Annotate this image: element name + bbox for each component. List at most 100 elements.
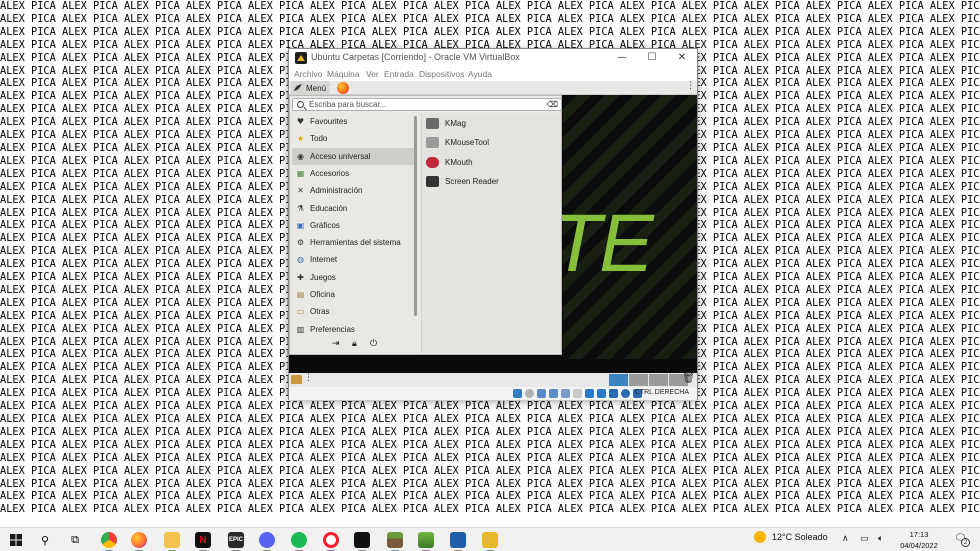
menu-archivo[interactable]: Archivo [294,69,322,79]
workspace-3[interactable] [649,374,668,386]
category-favourites[interactable]: ♥ Favourites [292,113,414,130]
magnifier-icon [426,117,439,129]
screen-reader-icon [426,176,439,187]
guest-bottom-panel: ⋮ 🗑︎ [289,373,697,387]
trash-icon[interactable]: 🗑︎ [682,373,695,384]
search-icon[interactable]: ⚲ [36,531,54,549]
app-kmousetool[interactable]: KMouseTool [426,134,489,152]
menu-ver[interactable]: Ver [366,69,379,79]
minecraft-icon[interactable] [386,531,404,551]
weather-text: 12°C Soleado [772,532,828,542]
network-tray-icon[interactable]: ▭ [860,534,869,544]
logout-icon[interactable]: ⇥ [332,339,340,349]
guest-menu-button[interactable]: Menú [291,81,331,95]
optical-drive-icon[interactable] [525,389,534,398]
category-accesorios[interactable]: ▦ Accesorios [292,165,414,182]
workspace-2[interactable] [629,374,648,386]
workspace-1[interactable] [609,374,628,386]
category-graficos[interactable]: ▣ Gráficos [292,217,414,234]
folder-icon[interactable] [291,375,302,384]
guest-screen[interactable]: TE Menú ⋮ Escriba para buscar... ⌫ ♥ Favo… [289,81,697,373]
audio-icon[interactable] [537,389,546,398]
menu-dispositivos[interactable]: Dispositivos [419,69,464,79]
flask-icon: ⚗ [296,203,305,213]
virtualbox-vm-icon[interactable] [481,531,499,551]
keyboard-icon[interactable] [609,389,618,398]
display-icon[interactable] [585,389,594,398]
virtualbox-icon[interactable] [449,531,467,551]
shared-folders-icon[interactable] [573,389,582,398]
window-title: Ubuntu Carpetas [Corriendo] - Oracle VM … [311,52,520,62]
task-view-icon[interactable]: ⧉ [66,531,84,549]
usb-icon[interactable] [561,389,570,398]
category-internet[interactable]: ◍ Internet [292,251,414,268]
tray-chevron-icon[interactable]: ∧ [842,534,849,544]
accessories-icon: ▦ [296,168,305,178]
spotify-icon[interactable] [290,531,308,551]
box-icon: ▭ [296,307,305,317]
category-administracion[interactable]: ✕ Administración [292,182,414,199]
notifications-icon[interactable]: 🗨︎ 2 [954,533,970,547]
windows-logo-icon [10,534,22,546]
stack-app-icon[interactable] [417,531,435,551]
firefox-launcher-icon[interactable] [337,82,349,94]
firefox-icon[interactable] [130,531,148,551]
mouse-icon [426,137,439,148]
category-educacion[interactable]: ⚗ Educación [292,200,414,217]
harddisk-icon[interactable] [513,389,522,398]
netflix-icon[interactable]: N [194,531,212,551]
host-key-label: CTRL DERECHA [634,389,689,396]
vbox-status-bar: CTRL DERECHA [289,387,697,400]
file-explorer-icon[interactable] [163,531,181,551]
panel-handle-icon: ⋮ [686,81,695,91]
search-placeholder: Escriba para buscar... [309,100,387,109]
category-todo[interactable]: ★ Todo [292,130,414,147]
minimize-button[interactable]: — [607,49,637,67]
virtualbox-window[interactable]: Ubuntu Carpetas [Corriendo] - Oracle VM … [288,48,698,400]
category-juegos[interactable]: ✚ Juegos [292,269,414,286]
app-kmag[interactable]: KMag [426,114,466,132]
gear-icon: ⚙ [296,238,305,248]
wallpaper-row: ALEX PICA ALEX PICA ALEX PICA ALEX PICA … [0,464,980,477]
maximize-button[interactable]: ☐ [637,49,667,67]
opera-icon[interactable] [322,531,340,551]
volume-icon[interactable]: 🔈︎ [878,534,883,544]
tools-icon: ✕ [297,186,304,196]
clear-search-icon[interactable]: ⌫ [547,100,558,109]
category-herramientas-del-sistema[interactable]: ⚙ Herramientas del sistema [292,234,414,251]
close-button[interactable]: ✕ [667,49,697,67]
power-icon[interactable]: ⏻ [370,339,377,349]
start-menu: Escriba para buscar... ⌫ ♥ Favourites ★ To… [289,95,562,355]
category-oficina[interactable]: ▤ Oficina [292,286,414,303]
search-input[interactable]: Escriba para buscar... ⌫ [292,98,562,111]
weather-widget[interactable]: 12°C Soleado [754,531,828,543]
preferences-icon: ▥ [296,324,305,333]
clock[interactable]: 17:13 04/04/2022 [900,529,938,551]
menu-entrada[interactable]: Entrada [384,69,414,79]
category-preferencias[interactable]: ▥ Preferencias [292,321,414,333]
app-screen-reader[interactable]: Screen Reader [426,173,499,191]
app-kmouth[interactable]: KMouth [426,153,473,171]
category-otras[interactable]: ▭ Otras [292,303,414,320]
heart-icon: ♥ [296,117,305,126]
wallpaper-row: ALEX PICA ALEX PICA ALEX PICA ALEX PICA … [0,490,980,503]
capcut-icon[interactable] [353,531,371,551]
video-capture-icon[interactable] [597,389,606,398]
category-acceso-universal[interactable]: ◉ Acceso universal [292,147,414,165]
network-icon[interactable] [549,389,558,398]
category-scrollbar[interactable] [414,116,417,316]
discord-icon[interactable] [258,531,276,551]
wallpaper-row: ALEX PICA ALEX PICA ALEX PICA ALEX PICA … [0,12,980,25]
lock-icon[interactable]: 🔒︎ [352,339,357,349]
window-titlebar[interactable]: Ubuntu Carpetas [Corriendo] - Oracle VM … [289,49,697,67]
app-list: KMag KMouseTool KMouth Screen Reader [421,113,561,353]
office-icon: ▤ [296,290,305,299]
start-button[interactable] [7,531,25,549]
menu-maquina[interactable]: Máquina [327,69,360,79]
sun-icon [754,531,766,543]
mouse-integration-icon[interactable] [621,389,630,398]
chrome-icon[interactable] [100,531,118,551]
menu-ayuda[interactable]: Ayuda [468,69,492,79]
epic-games-icon[interactable]: EPIC [227,531,245,551]
wallpaper-row: ALEX PICA ALEX PICA ALEX PICA ALEX PICA … [0,413,980,425]
